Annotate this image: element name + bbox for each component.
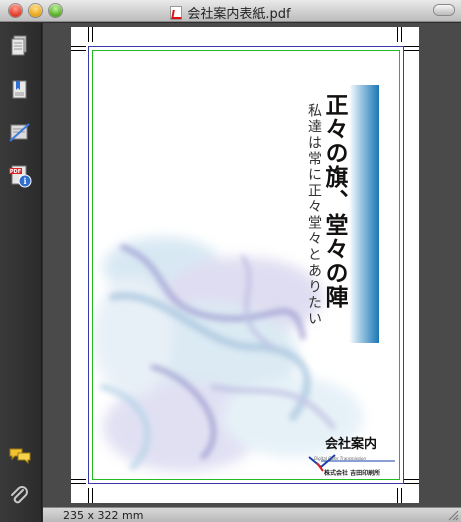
blue-gradient-band (349, 85, 379, 343)
pdf-info-icon[interactable]: PDF i (8, 164, 32, 188)
toolbar-toggle-button[interactable] (434, 5, 454, 15)
company-profile-label: 会社案内 (325, 437, 378, 452)
window-title: 会社案内表紙.pdf (0, 3, 461, 22)
title-bar: 会社案内表紙.pdf (0, 0, 461, 22)
hide-annotations-icon[interactable] (8, 121, 32, 145)
pdf-file-icon (170, 6, 183, 20)
status-bar: 235 x 322 mm (43, 507, 461, 522)
sidebar: PDF i (0, 23, 42, 522)
logo-tagline: Digital Color Transmission (313, 456, 367, 461)
svg-text:PDF: PDF (10, 169, 21, 175)
resize-grip-icon[interactable] (447, 509, 459, 521)
attachment-icon[interactable] (8, 485, 32, 509)
page-size-readout: 235 x 322 mm (63, 509, 144, 522)
pdf-page: 正々の旗、堂々の陣 私達は常に正々堂々とありたい 会社案内 Digital Co… (71, 27, 419, 503)
document-view[interactable]: 正々の旗、堂々の陣 私達は常に正々堂々とありたい 会社案内 Digital Co… (43, 23, 461, 507)
bookmark-document-icon[interactable] (8, 78, 32, 102)
printer-company-name: 株式会社 吉田印刷所 (324, 470, 381, 477)
cover-subtitle: 私達は常に正々堂々とありたい (306, 103, 322, 327)
window-title-text: 会社案内表紙.pdf (187, 7, 291, 22)
document-icon[interactable] (8, 34, 32, 58)
preview-window: 会社案内表紙.pdf PDF i 正々の旗、堂々の陣 私達は常に正々堂々とありた… (0, 0, 461, 522)
comments-icon[interactable] (8, 443, 32, 467)
svg-text:i: i (23, 176, 26, 186)
